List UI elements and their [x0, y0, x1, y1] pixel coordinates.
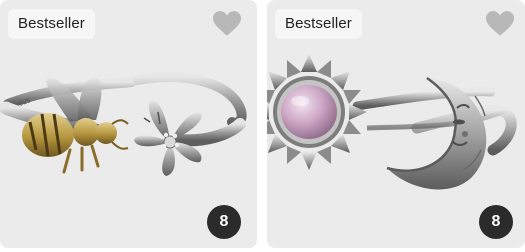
favorite-button[interactable]: [484, 8, 516, 40]
product-card-sun-moon-ring[interactable]: Bestseller 8: [267, 0, 525, 248]
product-card-bee-ring[interactable]: 925 Bestseller 8: [0, 0, 257, 248]
bestseller-badge: Bestseller: [8, 9, 95, 39]
item-count-badge: 8: [207, 205, 241, 239]
item-count-badge: 8: [479, 205, 513, 239]
heart-icon: [213, 11, 241, 36]
bestseller-badge: Bestseller: [275, 9, 362, 39]
favorite-button[interactable]: [211, 8, 243, 40]
heart-icon: [486, 11, 514, 36]
